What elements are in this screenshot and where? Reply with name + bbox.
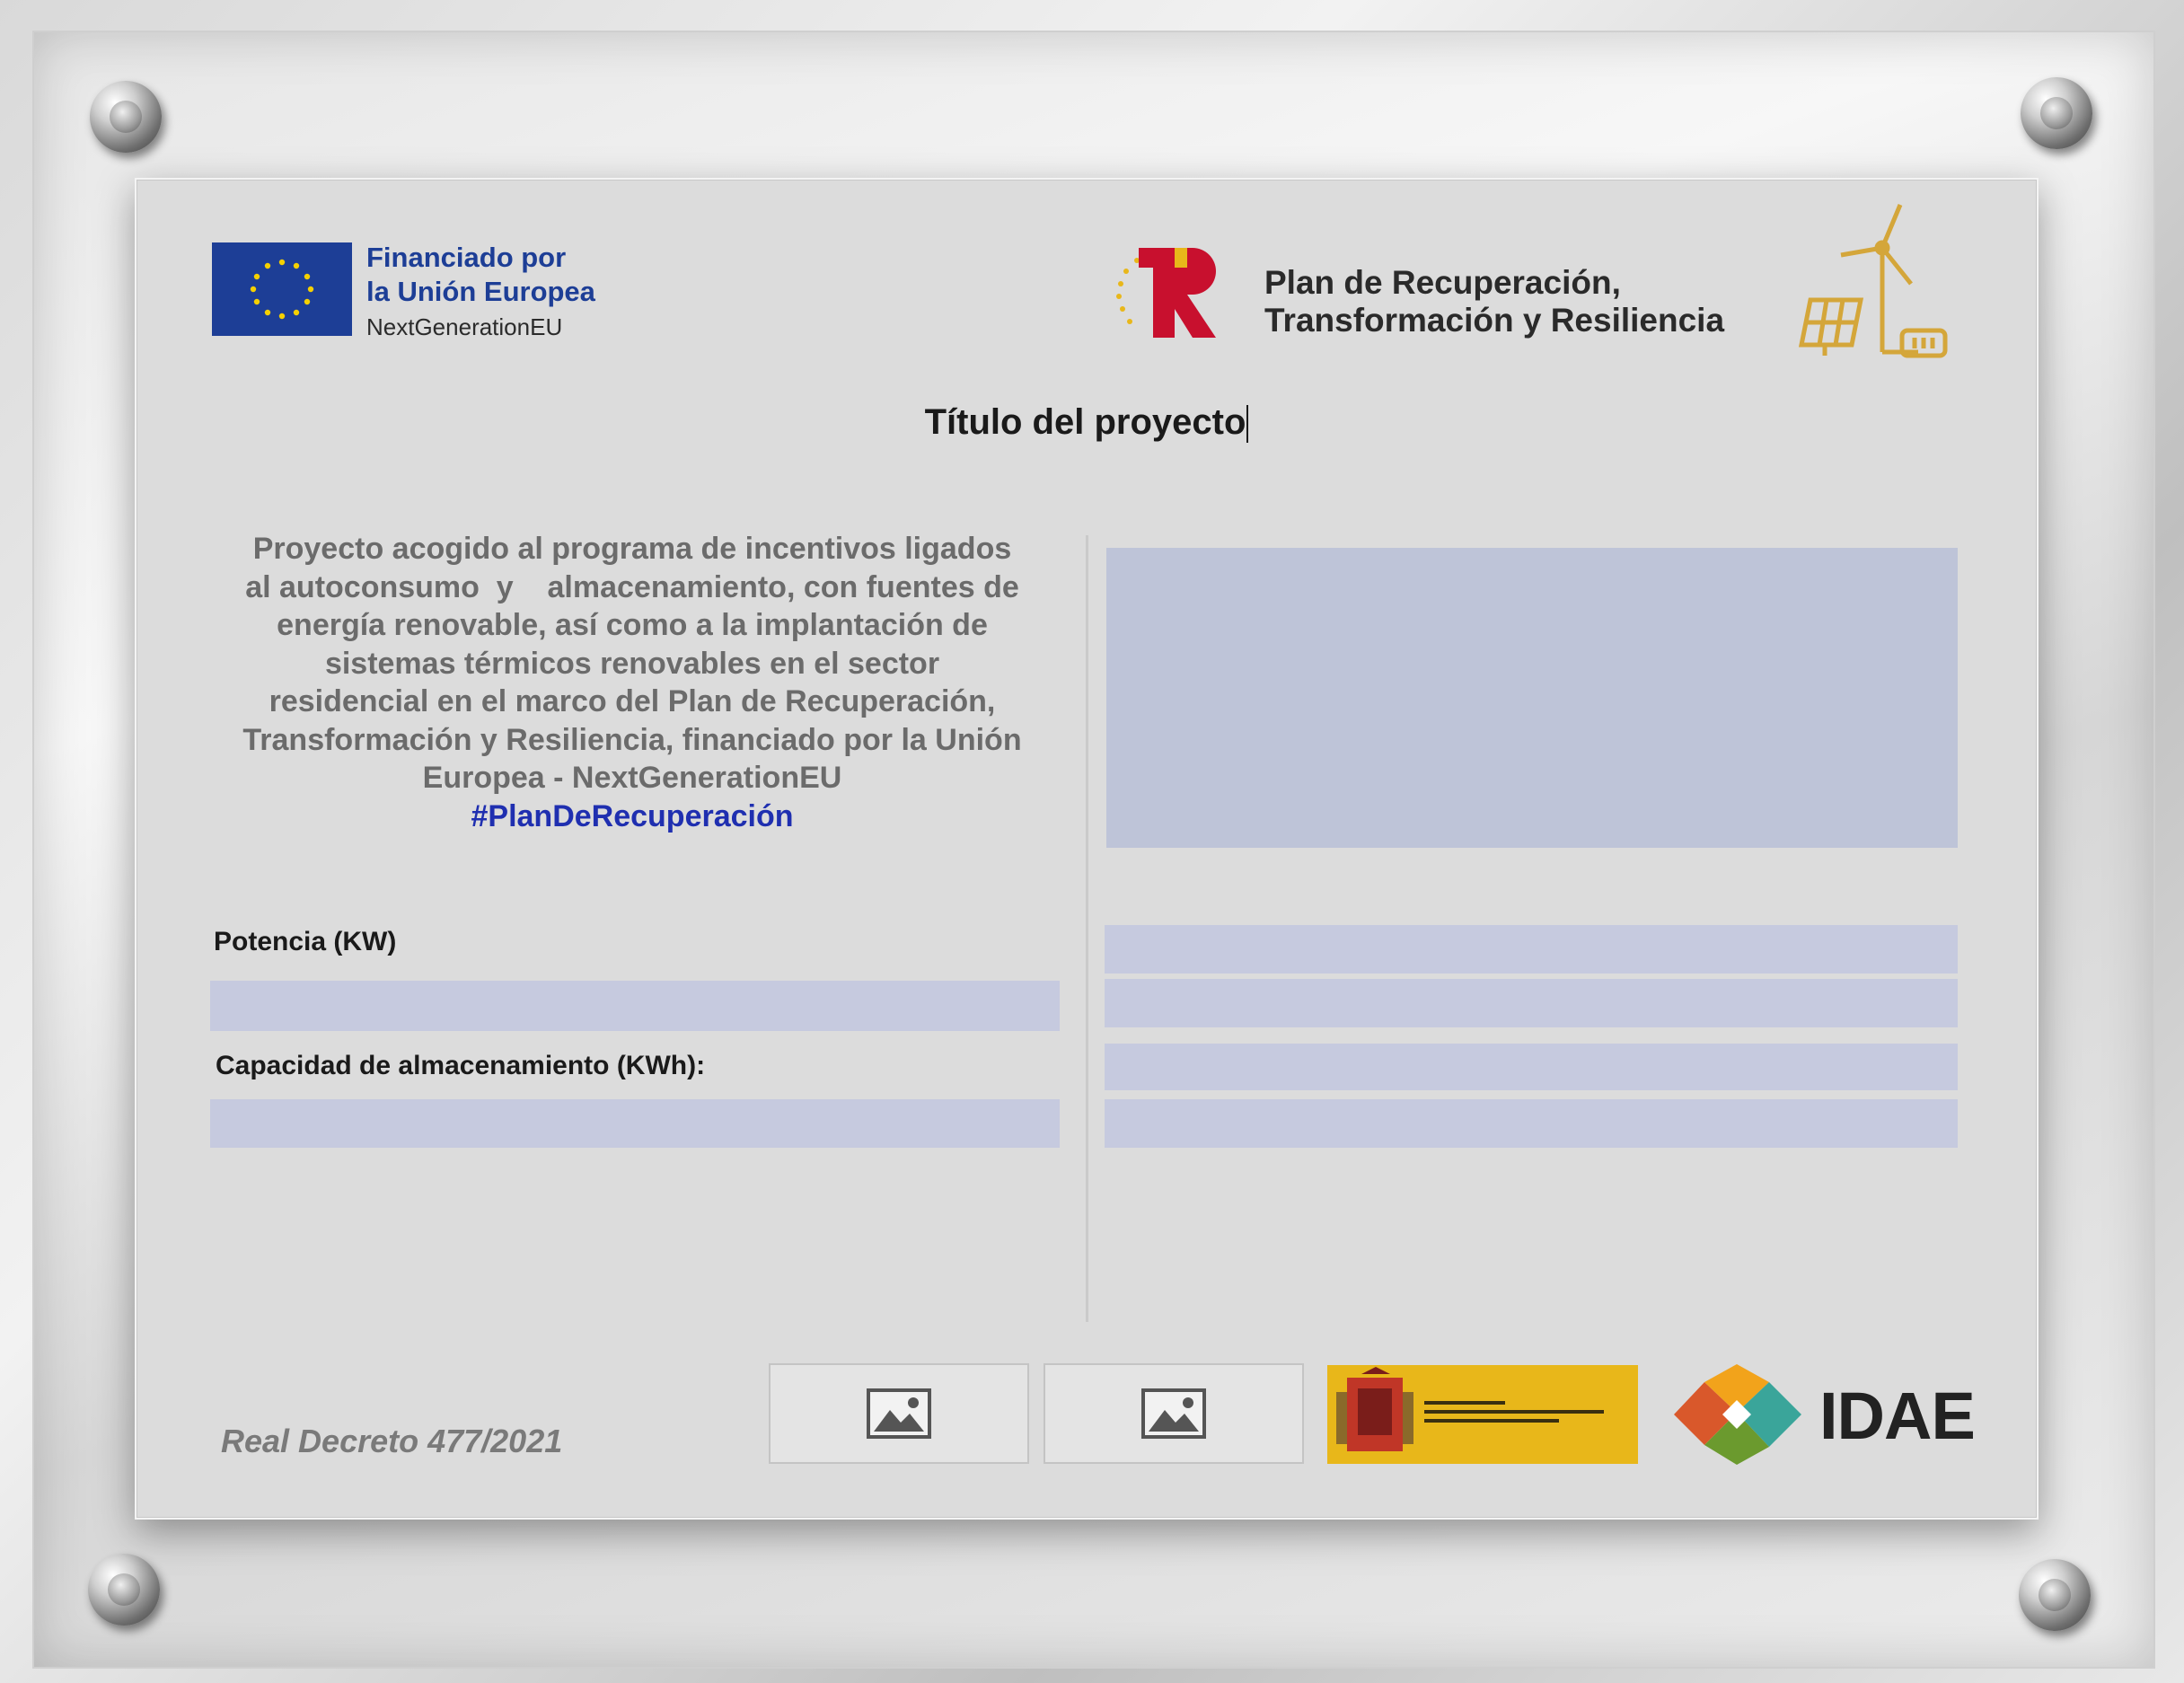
screw-icon (2019, 1559, 2091, 1631)
capacity-label: Capacidad de almacenamiento (KWh): (216, 1051, 706, 1080)
eu-flag-icon (212, 242, 352, 336)
description-line: sistemas térmicos renovables en el secto… (324, 646, 940, 681)
decree-reference: Real Decreto 477/2021 (221, 1423, 563, 1459)
idae-logo-icon (1674, 1364, 1801, 1465)
right-text-field[interactable] (1105, 925, 1958, 974)
plan-line1: Plan de Recuperación, (1264, 264, 1621, 301)
description-line: residencial en el marco del Plan de Recu… (269, 684, 996, 718)
eu-funding-line3: NextGenerationEU (366, 313, 563, 340)
ministerio-logo (1327, 1365, 1638, 1464)
screw-icon (90, 81, 162, 153)
logo-placeholder[interactable] (769, 1363, 1029, 1464)
description-line: Proyecto acogido al programa de incentiv… (252, 532, 1012, 566)
eu-funding-line1: Financiado por (366, 242, 567, 273)
coat-of-arms-icon (1336, 1367, 1604, 1451)
idae-wordmark: IDAE (1819, 1379, 1976, 1453)
power-field[interactable] (210, 981, 1060, 1031)
description-line: al autoconsumo y almacenamiento, con fue… (245, 569, 1019, 604)
screw-icon (88, 1554, 160, 1626)
description-line: Transformación y Resiliencia, financiado… (242, 722, 1022, 757)
plan-line2: Transformación y Resiliencia (1264, 302, 1725, 339)
renewable-energy-icon (1798, 204, 1948, 358)
plan-recuperacion-text: Plan de Recuperación, Transformación y R… (1264, 264, 1724, 339)
project-plaque: Financiado por la Unión Europea NextGene… (135, 178, 2039, 1520)
column-divider (1086, 535, 1088, 1322)
logo-placeholder[interactable] (1044, 1363, 1304, 1464)
description-line: Europea - NextGenerationEU (422, 761, 842, 795)
image-icon (1141, 1388, 1206, 1439)
prtr-logo-icon (1116, 248, 1216, 338)
text-cursor (1246, 405, 1249, 444)
project-image-placeholder[interactable] (1106, 548, 1958, 848)
image-icon (867, 1388, 931, 1439)
hashtag: #PlanDeRecuperación (471, 798, 794, 833)
project-title[interactable]: Título del proyecto (136, 402, 2037, 444)
eu-funding-line2: la Unión Europea (366, 276, 595, 307)
power-label: Potencia (KW) (214, 927, 397, 956)
screw-icon (2021, 77, 2092, 149)
right-text-field[interactable] (1105, 1099, 1958, 1148)
capacity-field[interactable] (210, 1099, 1060, 1148)
right-text-field[interactable] (1105, 1044, 1958, 1090)
description-line: energía renovable, así como a la implant… (277, 608, 988, 642)
program-description: Proyecto acogido al programa de incentiv… (219, 530, 1045, 835)
project-title-text: Título del proyecto (924, 402, 1246, 442)
right-text-field[interactable] (1105, 979, 1958, 1027)
eu-funding-text: Financiado por la Unión Europea NextGene… (366, 241, 595, 345)
